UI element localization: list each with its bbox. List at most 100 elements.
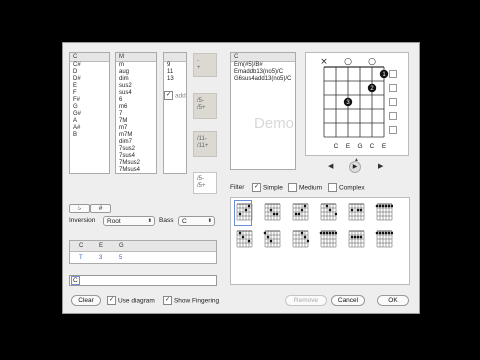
cancel-button[interactable]: Cancel [331, 295, 365, 306]
voicing-thumbnail[interactable] [291, 201, 309, 225]
root-note-item[interactable]: D [70, 69, 109, 76]
chord-names-list[interactable]: C Em(#5)/B# Emaddb13(no5)/C G6sus4add13(no… [230, 52, 296, 170]
voicing-thumbnail[interactable] [263, 201, 281, 225]
extension-list-header[interactable] [164, 53, 186, 62]
voicing-thumbnail[interactable] [319, 228, 337, 252]
alteration-item[interactable]: /5+ [194, 183, 216, 190]
chord-type-item[interactable]: 6 [116, 97, 156, 104]
chord-type-item[interactable]: 7Msus4 [116, 167, 156, 173]
voicing-grid[interactable] [230, 197, 410, 285]
voicing-thumbnail[interactable] [319, 201, 337, 225]
voicing-thumbnail[interactable] [347, 228, 365, 252]
flat-button[interactable]: ♭ [69, 204, 90, 213]
root-note-item[interactable]: A [70, 118, 109, 125]
show-fingering-checkbox[interactable]: ✓ Show Fingering [163, 296, 219, 305]
extension-item[interactable]: 13 [164, 76, 186, 83]
add-sign-item[interactable]: - [194, 58, 216, 65]
fret-checkbox[interactable] [389, 126, 397, 134]
add-sign-item[interactable]: + [194, 65, 216, 72]
string-note-label: E [382, 143, 387, 150]
filter-simple[interactable]: ✓ Simple [252, 183, 283, 192]
extension-item[interactable]: 9 [164, 62, 186, 69]
chord-name-item[interactable]: Em(#5)/B# [231, 62, 295, 69]
chord-name-input[interactable]: C [69, 275, 217, 286]
chord-type-item[interactable]: 7Msus2 [116, 160, 156, 167]
thirteenth-alteration-box[interactable]: /5-/5+ [193, 172, 217, 194]
use-diagram-checkbox[interactable]: ✓ Use diagram [107, 296, 155, 305]
add-sign-box[interactable]: - + [193, 53, 217, 77]
ok-button[interactable]: OK [377, 295, 409, 306]
fifth-alteration-item[interactable]: /5- [194, 98, 216, 105]
remove-button[interactable]: Remove [285, 295, 327, 306]
voicing-thumbnail[interactable] [263, 228, 281, 252]
root-note-item[interactable]: C# [70, 62, 109, 69]
root-list-header[interactable]: C [70, 53, 109, 62]
root-note-item[interactable]: F [70, 90, 109, 97]
voicing-thumbnail[interactable] [234, 200, 253, 226]
chord-name-item[interactable]: G6sus4add13(no5)/C [231, 76, 295, 83]
extension-item[interactable]: 11 [164, 69, 186, 76]
fifth-alteration-item[interactable]: /5+ [194, 105, 216, 112]
chord-type-item[interactable]: sus4 [116, 90, 156, 97]
chord-type-item[interactable]: 7M [116, 118, 156, 125]
chord-names-header[interactable]: C [231, 53, 295, 62]
show-fingering-check-box[interactable]: ✓ [163, 296, 172, 305]
mini-finger-dot [350, 235, 354, 239]
fret-checkbox[interactable] [389, 70, 397, 78]
chord-type-item[interactable]: aug [116, 69, 156, 76]
chord-type-item[interactable]: sus2 [116, 83, 156, 90]
root-note-item[interactable]: G [70, 104, 109, 111]
root-note-item[interactable]: B [70, 132, 109, 139]
chord-type-item[interactable]: 7sus4 [116, 153, 156, 160]
voicing-thumbnail[interactable] [291, 228, 309, 252]
mini-chord-diagram [292, 203, 309, 221]
root-note-item[interactable]: E [70, 83, 109, 90]
chord-type-item[interactable]: dim7 [116, 139, 156, 146]
chord-type-item[interactable]: m7 [116, 125, 156, 132]
fifth-alteration-box[interactable]: /5-/5+ [193, 93, 217, 119]
fret-checkbox[interactable] [389, 98, 397, 106]
chord-type-item[interactable]: m6 [116, 104, 156, 111]
bass-select[interactable]: C ⬍ [178, 216, 215, 226]
use-diagram-check-box[interactable]: ✓ [107, 296, 116, 305]
add-checkbox[interactable]: ✓ add [164, 91, 186, 100]
fret-checkbox[interactable] [389, 112, 397, 120]
voicing-thumbnail[interactable] [375, 201, 393, 225]
chord-type-item[interactable]: dim [116, 76, 156, 83]
simple-check-box[interactable]: ✓ [252, 183, 261, 192]
eleventh-alteration-item[interactable]: /11- [194, 136, 216, 143]
root-note-item[interactable]: D# [70, 76, 109, 83]
extension-list[interactable]: 9 11 13 [163, 52, 187, 174]
chord-type-item[interactable]: m7M [116, 132, 156, 139]
filter-complex[interactable]: Complex [328, 183, 365, 192]
mini-finger-dot [334, 231, 337, 235]
eleventh-alteration-box[interactable]: /11-/11+ [193, 131, 217, 157]
play-circle-icon[interactable]: ▶ [349, 161, 361, 173]
root-note-item[interactable]: A# [70, 125, 109, 132]
root-note-list[interactable]: C C# D D# E F F# G G# A A# B [69, 52, 110, 174]
chord-type-list-header[interactable]: M [116, 53, 156, 62]
root-note-item[interactable]: F# [70, 97, 109, 104]
sharp-button[interactable]: # [90, 204, 111, 213]
voicing-thumbnail[interactable] [347, 201, 365, 225]
eleventh-alteration-item[interactable]: /11+ [194, 143, 216, 150]
chord-type-item[interactable]: 7sus2 [116, 146, 156, 153]
root-note-item[interactable]: G# [70, 111, 109, 118]
filter-medium[interactable]: Medium [288, 183, 322, 192]
chord-name-item[interactable]: Emaddb13(no5)/C [231, 69, 295, 76]
chord-type-item[interactable]: 7 [116, 111, 156, 118]
voicing-thumbnail[interactable] [375, 228, 393, 252]
open-string-marker: ○ [344, 57, 352, 67]
complex-check-box[interactable] [328, 183, 337, 192]
next-voicing-button[interactable]: ▶ [378, 162, 383, 170]
fret-checkbox[interactable] [389, 84, 397, 92]
medium-check-box[interactable] [288, 183, 297, 192]
chord-type-list[interactable]: M m aug dim sus2 sus4 6 m6 7 7M m7 m7M dim7 7sus2 7su… [115, 52, 157, 174]
alteration-item[interactable]: /5- [194, 176, 216, 183]
prev-voicing-button[interactable]: ◀ [328, 162, 333, 170]
add-check-box[interactable]: ✓ [164, 91, 173, 100]
clear-button[interactable]: Clear [71, 295, 101, 306]
voicing-thumbnail[interactable] [235, 228, 253, 252]
chord-type-item[interactable]: m [116, 62, 156, 69]
inversion-select[interactable]: Root ⬍ [103, 216, 155, 226]
